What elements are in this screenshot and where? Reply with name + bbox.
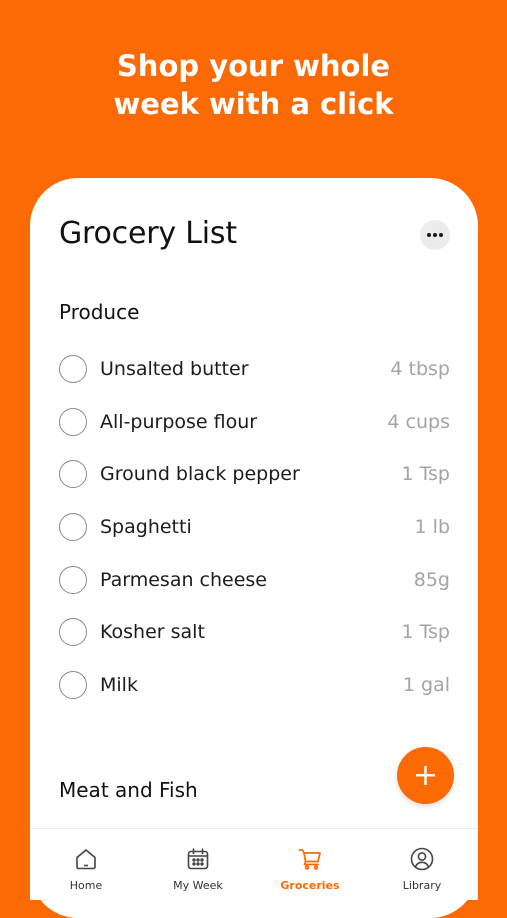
item-quantity: 1 Tsp — [401, 621, 450, 644]
item-checkbox[interactable] — [59, 618, 87, 647]
item-quantity: 4 cups — [387, 410, 450, 433]
list-item[interactable]: Parmesan cheese 85g — [59, 559, 450, 612]
item-quantity: 1 lb — [414, 516, 450, 539]
item-name: Unsalted butter — [100, 358, 249, 381]
item-name: Spaghetti — [100, 516, 192, 539]
tab-label: Groceries — [280, 879, 340, 892]
more-horizontal-icon — [427, 233, 431, 237]
item-checkbox[interactable] — [59, 460, 87, 489]
more-options-button[interactable] — [420, 220, 450, 250]
produce-list: Unsalted butter 4 tbsp All-purpose flour… — [59, 349, 450, 717]
plus-icon: + — [412, 757, 439, 793]
list-item[interactable]: Kosher salt 1 Tsp — [59, 612, 450, 665]
item-quantity: 85g — [413, 568, 450, 591]
list-item[interactable]: Milk 1 gal — [59, 665, 450, 718]
item-name: Ground black pepper — [100, 463, 300, 486]
item-name: Parmesan cheese — [100, 568, 268, 591]
item-checkbox[interactable] — [59, 670, 87, 699]
section-title-meat-and-fish: Meat and Fish — [59, 778, 198, 802]
bottom-tab-bar: Home My Week Groceries Library — [30, 828, 478, 900]
item-checkbox[interactable] — [59, 513, 87, 542]
item-quantity: 1 gal — [402, 673, 450, 696]
item-quantity: 1 Tsp — [401, 463, 450, 486]
page-title: Grocery List — [59, 216, 237, 251]
item-checkbox[interactable] — [59, 407, 87, 436]
tab-home[interactable]: Home — [30, 829, 142, 900]
home-icon — [76, 849, 96, 870]
item-name: Milk — [100, 673, 138, 696]
section-title-produce: Produce — [59, 300, 140, 324]
list-item[interactable]: Ground black pepper 1 Tsp — [59, 454, 450, 507]
list-item[interactable]: Spaghetti 1 lb — [59, 507, 450, 560]
list-item[interactable]: Unsalted butter 4 tbsp — [59, 349, 450, 402]
list-item[interactable]: All-purpose flour 4 cups — [59, 402, 450, 455]
tab-groceries[interactable]: Groceries — [254, 829, 366, 900]
item-name: Kosher salt — [100, 621, 205, 644]
user-circle-icon — [410, 847, 434, 871]
tab-library[interactable]: Library — [366, 829, 478, 900]
item-checkbox[interactable] — [59, 565, 87, 594]
promo-headline: Shop your whole week with a click — [113, 49, 394, 121]
add-item-button[interactable]: + — [397, 747, 454, 804]
item-name: All-purpose flour — [100, 410, 258, 433]
grocery-list-card: Grocery List Produce Unsalted butter 4 t… — [30, 178, 478, 918]
tab-my-week[interactable]: My Week — [142, 829, 254, 900]
tab-label: Home — [69, 879, 103, 892]
calendar-icon — [187, 848, 209, 870]
tab-label: Library — [402, 879, 442, 892]
item-quantity: 4 tbsp — [390, 358, 450, 381]
item-checkbox[interactable] — [59, 355, 87, 384]
tab-label: My Week — [173, 879, 223, 892]
cart-icon — [298, 849, 321, 870]
